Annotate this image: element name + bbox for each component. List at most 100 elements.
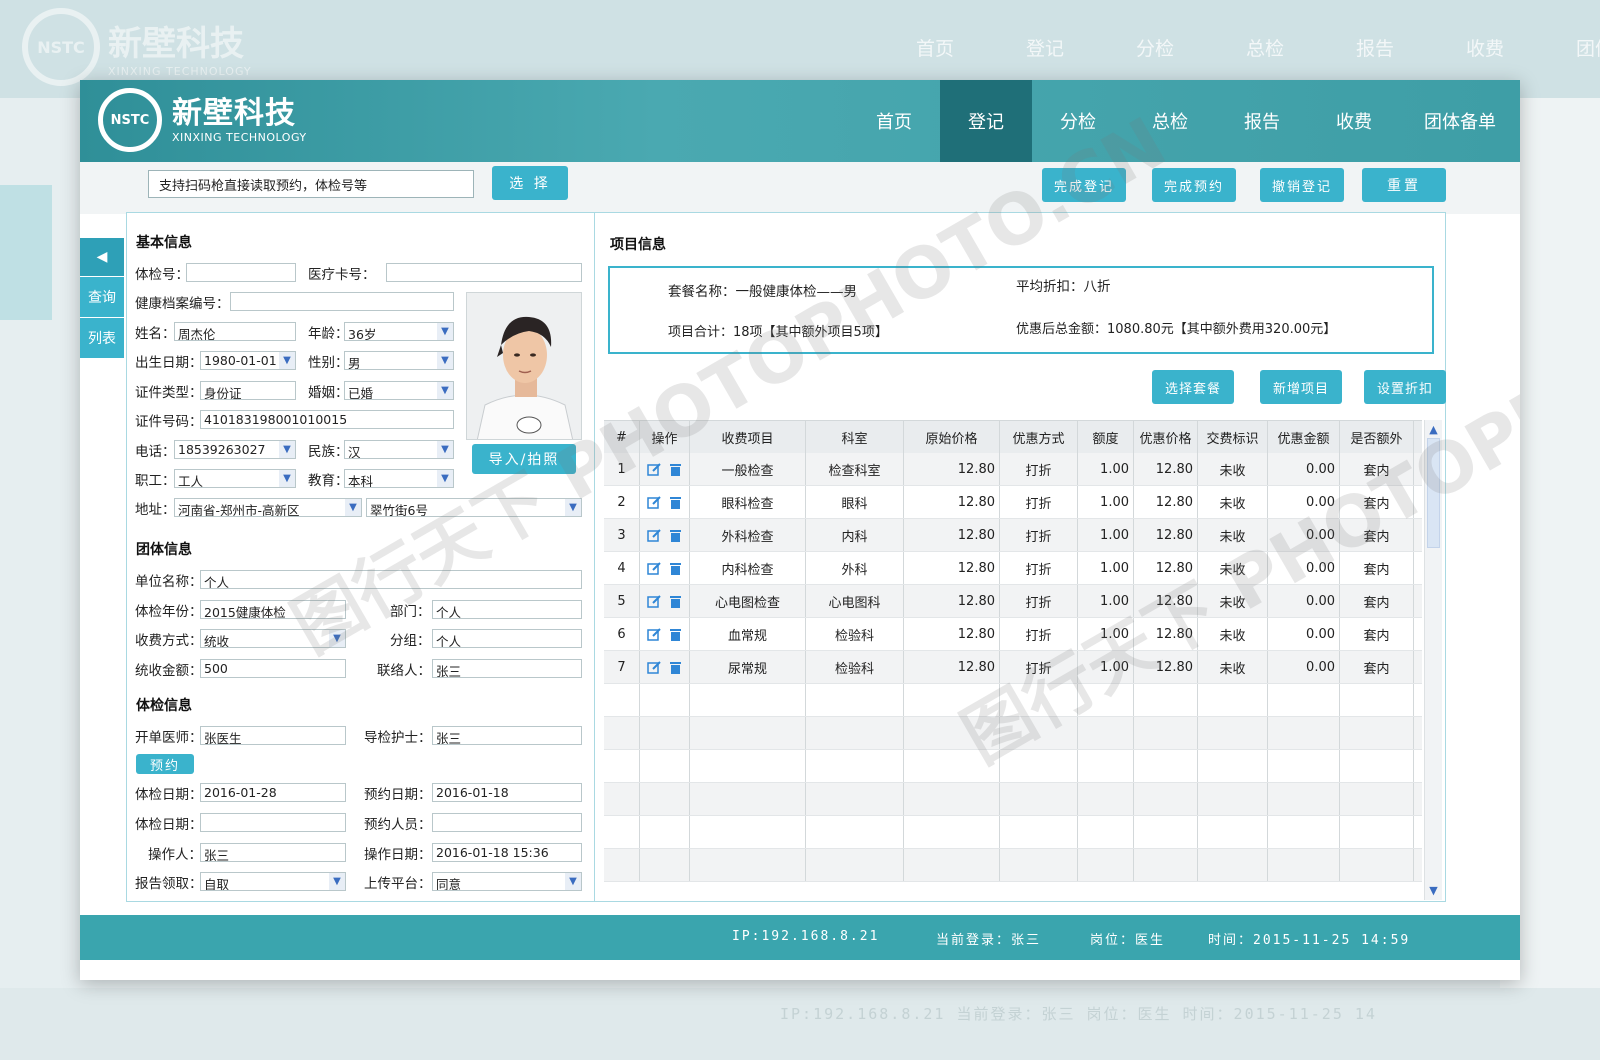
- exam-no-input[interactable]: [186, 263, 296, 282]
- complete-reserve-button[interactable]: 完成预约: [1152, 168, 1236, 202]
- reserve-button[interactable]: 预约: [136, 754, 194, 774]
- upload-select[interactable]: 同意 ▼: [432, 872, 582, 891]
- phone-select[interactable]: 18539263027 ▼: [174, 440, 296, 459]
- nav-total-exam[interactable]: 总检: [1124, 80, 1216, 162]
- edit-icon[interactable]: [646, 561, 662, 575]
- age-value: 36岁: [348, 327, 377, 341]
- unit-input[interactable]: 个人: [200, 570, 582, 589]
- ethnic-select[interactable]: 汉 ▼: [344, 440, 454, 459]
- reset-button[interactable]: 重置: [1362, 168, 1446, 202]
- medical-card-input[interactable]: [386, 263, 582, 282]
- tab-list[interactable]: 列表: [80, 318, 124, 358]
- edit-icon[interactable]: [646, 495, 662, 509]
- address-detail-select[interactable]: 翠竹街6号 ▼: [366, 498, 582, 517]
- table-row[interactable]: 5 心电图检查 心电图科 12.80 打折 1.00 12.80 未收 0.00 套内: [604, 585, 1422, 618]
- scroll-down-icon[interactable]: ▼: [1426, 883, 1441, 898]
- operator-input[interactable]: 张三: [200, 843, 346, 862]
- trash-icon[interactable]: [668, 562, 683, 575]
- column-header[interactable]: 科室: [806, 421, 904, 453]
- id-no-input[interactable]: 410183198001010015: [200, 410, 454, 429]
- table-cell: 眼科检查: [690, 486, 806, 518]
- report-select[interactable]: 自取 ▼: [200, 872, 346, 891]
- column-header[interactable]: 收费项目: [690, 421, 806, 453]
- table-cell: [806, 783, 904, 815]
- marriage-select[interactable]: 已婚 ▼: [344, 381, 454, 400]
- doctor-input[interactable]: 张医生: [200, 726, 346, 745]
- table-row[interactable]: 4 内科检查 外科 12.80 打折 1.00 12.80 未收 0.00 套内: [604, 552, 1422, 585]
- amount-input[interactable]: 500: [200, 659, 346, 678]
- complete-register-button[interactable]: 完成登记: [1042, 168, 1126, 202]
- dept-input[interactable]: 个人: [432, 600, 582, 619]
- column-header[interactable]: 优惠金额: [1268, 421, 1340, 453]
- trash-icon[interactable]: [668, 595, 683, 608]
- exam-date2-input[interactable]: [200, 813, 346, 832]
- table-scrollbar[interactable]: ▲ ▼: [1424, 420, 1442, 900]
- gender-select[interactable]: 男 ▼: [344, 351, 454, 370]
- trash-icon[interactable]: [668, 463, 683, 476]
- column-header[interactable]: 交费标识: [1198, 421, 1268, 453]
- edu-select[interactable]: 本科 ▼: [344, 469, 454, 488]
- nav-home[interactable]: 首页: [848, 80, 940, 162]
- column-header[interactable]: #: [604, 421, 640, 453]
- name-input[interactable]: 周杰伦: [174, 322, 296, 341]
- main-window: NSTC 新壁科技 XINXING TECHNOLOGY 首页 登记 分检 总检…: [80, 80, 1520, 980]
- birth-select[interactable]: 1980-01-01 ▼: [200, 351, 296, 370]
- select-button[interactable]: 选 择: [492, 166, 568, 200]
- nav-sub-exam[interactable]: 分检: [1032, 80, 1124, 162]
- table-row[interactable]: 2 眼科检查 眼科 12.80 打折 1.00 12.80 未收 0.00 套内: [604, 486, 1422, 519]
- address-region-select[interactable]: 河南省-郑州市-高新区 ▼: [174, 498, 362, 517]
- import-photo-button[interactable]: 导入/拍照: [472, 444, 576, 474]
- exam-date-input[interactable]: 2016-01-28: [200, 783, 346, 802]
- table-cell: 12.80: [904, 519, 1000, 551]
- cancel-register-button[interactable]: 撤销登记: [1260, 168, 1344, 202]
- table-row[interactable]: 1 一般检查 检查科室 12.80 打折 1.00 12.80 未收 0.00 套内: [604, 453, 1422, 486]
- nav-group-order[interactable]: 团体备单: [1400, 80, 1520, 162]
- trash-icon[interactable]: [668, 661, 683, 674]
- age-select[interactable]: 36岁 ▼: [344, 322, 454, 341]
- health-record-input[interactable]: [230, 292, 454, 311]
- tab-query[interactable]: 查询: [80, 277, 124, 317]
- column-header[interactable]: 是否额外: [1340, 421, 1414, 453]
- table-row[interactable]: 3 外科检查 内科 12.80 打折 1.00 12.80 未收 0.00 套内: [604, 519, 1422, 552]
- subgroup-input[interactable]: 个人: [432, 629, 582, 648]
- table-cell: [1078, 849, 1134, 881]
- reserve-person-input[interactable]: [432, 813, 582, 832]
- table-cell: [1198, 684, 1268, 716]
- edit-icon[interactable]: [646, 660, 662, 674]
- address-label: 地址：: [135, 502, 176, 518]
- column-header[interactable]: 额度: [1078, 421, 1134, 453]
- set-discount-button[interactable]: 设置折扣: [1364, 370, 1446, 404]
- scroll-thumb[interactable]: [1427, 438, 1440, 548]
- reserve-date-input[interactable]: 2016-01-18: [432, 783, 582, 802]
- nav-register[interactable]: 登记: [940, 80, 1032, 162]
- column-header[interactable]: 原始价格: [904, 421, 1000, 453]
- pay-method-select[interactable]: 统收 ▼: [200, 629, 346, 648]
- id-type-input[interactable]: 身份证: [200, 381, 296, 400]
- add-item-button[interactable]: 新增项目: [1260, 370, 1342, 404]
- collapse-arrow-icon[interactable]: ◀: [80, 238, 124, 276]
- column-header[interactable]: 操作: [640, 421, 690, 453]
- nav-charge[interactable]: 收费: [1308, 80, 1400, 162]
- table-cell: [690, 783, 806, 815]
- edit-icon[interactable]: [646, 594, 662, 608]
- scan-input[interactable]: 支持扫码枪直接读取预约，体检号等: [148, 170, 474, 198]
- nurse-input[interactable]: 张三: [432, 726, 582, 745]
- year-input[interactable]: 2015健康体检: [200, 600, 346, 619]
- trash-icon[interactable]: [668, 529, 683, 542]
- contact-input[interactable]: 张三: [432, 659, 582, 678]
- edit-icon[interactable]: [646, 627, 662, 641]
- column-header[interactable]: 优惠方式: [1000, 421, 1078, 453]
- scroll-up-icon[interactable]: ▲: [1426, 422, 1441, 437]
- select-package-button[interactable]: 选择套餐: [1152, 370, 1234, 404]
- table-row[interactable]: 7 尿常规 检验科 12.80 打折 1.00 12.80 未收 0.00 套内: [604, 651, 1422, 684]
- app-logo: NSTC 新壁科技 XINXING TECHNOLOGY: [98, 88, 307, 152]
- edit-icon[interactable]: [646, 462, 662, 476]
- column-header[interactable]: 优惠价格: [1134, 421, 1198, 453]
- nav-report[interactable]: 报告: [1216, 80, 1308, 162]
- table-row[interactable]: 6 血常规 检验科 12.80 打折 1.00 12.80 未收 0.00 套内: [604, 618, 1422, 651]
- trash-icon[interactable]: [668, 628, 683, 641]
- edit-icon[interactable]: [646, 528, 662, 542]
- trash-icon[interactable]: [668, 496, 683, 509]
- job-select[interactable]: 工人 ▼: [174, 469, 296, 488]
- op-date-input[interactable]: 2016-01-18 15:36: [432, 843, 582, 862]
